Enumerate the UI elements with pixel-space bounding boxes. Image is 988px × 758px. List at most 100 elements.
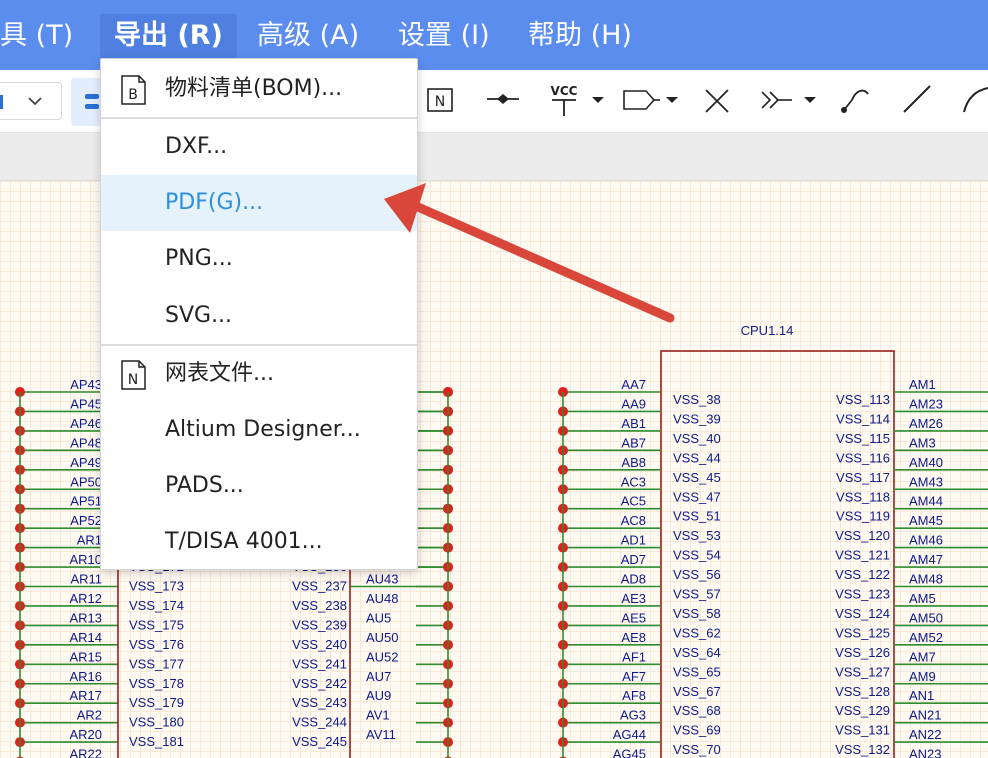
pin-name: VSS_119 [836,509,890,524]
pin-name: VSS_238 [292,598,347,613]
menu-item-bom[interactable]: B 物料清单(BOM)... [101,61,417,117]
pin-label: AP51 [70,494,102,509]
menu-help[interactable]: 帮助 (H) [514,14,646,58]
pin-label: AE5 [621,610,646,625]
vcc-button[interactable]: VCC [546,80,608,124]
pin-name: VSS_44 [673,450,721,465]
pin-name: VSS_177 [129,656,184,671]
menu-item-dxf[interactable]: DXF... [101,119,417,175]
pin-label: AM45 [909,513,943,528]
junction-button[interactable] [485,86,521,120]
svg-text:N: N [128,372,138,388]
pin-label: AM23 [909,396,943,411]
no-connect-button[interactable] [702,86,732,120]
pin-label: AV11 [366,727,396,742]
pin-name: VSS_239 [292,617,347,632]
pin-label: AP45 [70,396,102,411]
menu-item-altium[interactable]: Altium Designer... [101,402,417,458]
pin-label: AB7 [621,435,646,450]
pin-label: AM3 [909,435,936,450]
pin-name: VSS_116 [836,450,890,465]
bus-entry-icon [761,91,816,109]
export-dropdown-menu: B 物料清单(BOM)... DXF... PDF(G)... PNG... S… [100,58,418,570]
pin-label: AR2 [77,708,102,723]
arc-button[interactable] [958,82,988,120]
net-port-button[interactable] [622,88,684,118]
menu-item-label: PDF(G)... [165,190,264,215]
list-tool-button[interactable] [71,78,101,126]
pin-label: AM7 [909,649,936,664]
menu-item-netlist[interactable]: N 网表文件... [101,346,417,402]
pin-label: AM48 [909,572,943,587]
menu-item-png[interactable]: PNG... [101,231,417,287]
pin-label: AR12 [69,591,102,606]
pin-label: AP46 [70,416,102,431]
component-designator: CPU1.14 [741,323,794,338]
pin-name: VSS_241 [292,656,347,671]
pin-label: AM1 [909,377,936,392]
pin-name: VSS_124 [835,606,890,621]
pin-name: VSS_54 [673,548,721,563]
pin-label: AA7 [621,377,646,392]
net-flag-button[interactable]: N [425,86,455,120]
pin-name: VSS_65 [673,664,721,679]
pin-label: AM9 [909,669,936,684]
pin-label: AF1 [622,649,646,664]
pin-label: AN21 [909,708,942,723]
pin-name: VSS_132 [835,742,890,757]
pin-name: VSS_39 [673,411,721,426]
menu-item-pads[interactable]: PADS... [101,458,417,514]
probe-icon [841,89,869,113]
pin-label: AR11 [70,572,102,587]
pin-name: VSS_174 [129,598,184,613]
pin-label: AR17 [69,688,102,703]
pin-name: VSS_173 [129,579,184,594]
pin-label: AG44 [613,727,646,742]
pin-label: AP49 [70,455,102,470]
pin-label: AN1 [909,688,934,703]
pin-label: AV1 [366,708,390,723]
pin-name: VSS_121 [835,548,890,563]
wire-button[interactable] [900,82,934,120]
menu-settings[interactable]: 设置 (I) [384,14,504,58]
pin-name: VSS_67 [673,684,721,699]
menu-item-tdisa[interactable]: T/DISA 4001... [101,514,417,570]
netlist-doc-icon: N [121,360,146,390]
pin-name: VSS_56 [673,567,721,582]
probe-button[interactable] [838,82,872,120]
pin-label: AP48 [70,435,102,450]
pin-label: AP43 [70,377,102,392]
pin-label: AG3 [620,708,646,723]
pin-label: AR20 [69,727,102,742]
pin-label: AU50 [366,630,399,645]
pin-name: VSS_122 [835,567,890,582]
pin-label: AR22 [69,747,102,758]
pin-name: VSS_53 [673,528,721,543]
pin-label: AU7 [366,669,391,684]
pin-name: VSS_45 [673,470,721,485]
menu-item-svg[interactable]: SVG... [101,288,417,344]
pin-label: AU52 [366,649,399,664]
bus-entry-button[interactable] [760,88,822,118]
pin-name: VSS_243 [292,695,347,710]
pin-label: AM43 [909,474,943,489]
pin-name: VSS_176 [129,637,184,652]
pin-label: AP50 [70,474,102,489]
pin-label: AM46 [909,533,943,548]
pin-label: AC8 [621,513,646,528]
pin-name: VSS_242 [292,676,347,691]
menu-tools[interactable]: 具 (T) [0,14,87,58]
pin-name: VSS_57 [673,587,721,602]
pin-label: AB8 [621,455,646,470]
pin-label: AN22 [909,727,942,742]
pin-name: VSS_179 [129,695,184,710]
menu-item-pdf[interactable]: PDF(G)... [101,175,417,231]
pin-name: VSS_120 [835,528,890,543]
menu-export[interactable]: 导出 (R) [100,14,237,58]
pin-label: AM5 [909,591,936,606]
arc-icon [963,87,988,113]
menu-advanced[interactable]: 高级 (A) [243,14,373,58]
pin-label: AC3 [621,474,646,489]
pin-name: VSS_47 [673,489,721,504]
layer-select[interactable] [0,82,62,120]
